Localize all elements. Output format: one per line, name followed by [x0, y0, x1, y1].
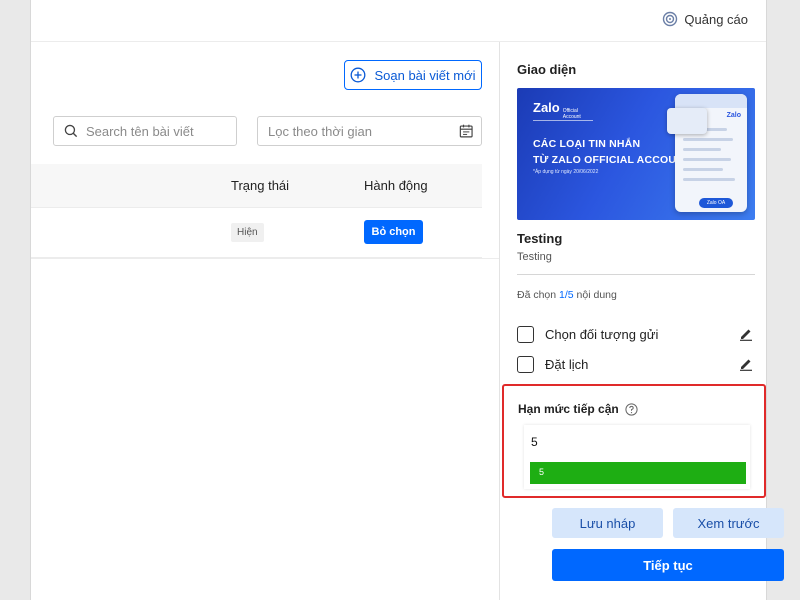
ads-target-icon	[663, 11, 678, 27]
selected-count: Đã chọn 1/5 nội dung	[517, 289, 617, 301]
search-box	[53, 116, 237, 146]
selected-suffix: nội dung	[573, 289, 617, 301]
banner-note: *Áp dụng từ ngày 20/06/2022	[533, 169, 599, 175]
main-window: Quảng cáo Soạn bài viết mới Search tên b…	[30, 0, 784, 600]
continue-button[interactable]: Tiếp tục	[552, 549, 784, 581]
banner-logo-text: Zalo	[533, 100, 560, 115]
choose-audience-checkbox[interactable]	[517, 325, 534, 343]
post-cover-image: Zalo Official Account CÁC LOẠI TIN NHẮN …	[517, 88, 755, 220]
plus-circle-icon	[351, 67, 366, 83]
phone-line	[683, 178, 735, 181]
option-schedule: Đặt lịch	[517, 353, 753, 375]
reach-limit-title: Hạn mức tiếp cận	[518, 402, 638, 416]
date-filter-box	[257, 116, 482, 146]
help-question-icon[interactable]	[625, 402, 638, 416]
post-subtitle: Testing	[517, 251, 552, 263]
selected-prefix: Đã chọn	[517, 289, 560, 301]
phone-line	[683, 138, 733, 141]
status-column-header: Trạng thái	[231, 178, 290, 193]
post-title: Testing	[517, 231, 563, 246]
search-icon	[64, 124, 78, 138]
phone-brand: Zalo	[726, 112, 741, 119]
banner-headline-1: CÁC LOẠI TIN NHẮN	[533, 138, 641, 150]
edit-pencil-icon[interactable]	[739, 357, 753, 371]
preview-button[interactable]: Xem trước	[673, 508, 784, 538]
zalo-logo: Zalo Official Account	[533, 100, 581, 120]
message-card-illustration	[667, 108, 707, 134]
reach-limit-bar-label: 5	[539, 467, 545, 477]
compose-post-label: Soạn bài viết mới	[374, 67, 476, 83]
reach-limit-fill: 5	[530, 462, 746, 484]
ads-label: Quảng cáo	[684, 11, 748, 27]
ads-link[interactable]: Quảng cáo	[662, 11, 748, 27]
reach-limit-slider[interactable]: 5	[530, 462, 746, 484]
phone-header	[675, 94, 747, 108]
table-header: Trạng thái Hành động	[31, 164, 482, 208]
row-divider	[31, 258, 499, 259]
selected-number: 1/5	[559, 289, 574, 301]
search-input[interactable]	[85, 123, 236, 139]
banner-divider	[533, 120, 593, 121]
edit-pencil-icon[interactable]	[739, 327, 753, 341]
table-row: Hiện Bỏ chọn	[31, 208, 482, 258]
option-choose-audience: Chọn đối tượng gửi	[517, 323, 753, 345]
save-draft-button[interactable]: Lưu nháp	[552, 508, 663, 538]
reach-limit-label: Hạn mức tiếp cận	[518, 402, 619, 416]
banner-headline-2: TỪ ZALO OFFICIAL ACCOUNT	[533, 154, 691, 166]
action-column-header: Hành động	[364, 178, 428, 193]
date-filter-input[interactable]	[268, 123, 453, 139]
phone-line	[683, 148, 721, 151]
reach-limit-box: 5 5	[524, 425, 750, 489]
calendar-icon[interactable]	[459, 123, 473, 139]
deselect-button[interactable]: Bỏ chọn	[364, 220, 423, 244]
top-bar: Quảng cáo	[31, 0, 766, 42]
reach-limit-value: 5	[531, 435, 538, 449]
schedule-checkbox[interactable]	[517, 355, 534, 373]
status-badge: Hiện	[231, 223, 264, 242]
banner-logo-sub: Official Account	[562, 108, 581, 120]
phone-line	[683, 168, 723, 171]
compose-post-button[interactable]: Soạn bài viết mới	[344, 60, 482, 90]
settings-panel: Giao diện Zalo Official Account CÁC LOẠI…	[500, 42, 784, 600]
reach-limit-section: Hạn mức tiếp cận 5 5	[502, 384, 766, 498]
divider-line	[517, 274, 755, 275]
schedule-label: Đặt lịch	[545, 356, 589, 372]
section-title: Giao diện	[517, 62, 577, 77]
choose-audience-label: Chọn đối tượng gửi	[545, 326, 659, 342]
banner-pill: Zalo OA	[699, 198, 733, 208]
post-list-panel: Soạn bài viết mới Trạng thái Hành động	[31, 42, 499, 600]
phone-line	[683, 158, 731, 161]
